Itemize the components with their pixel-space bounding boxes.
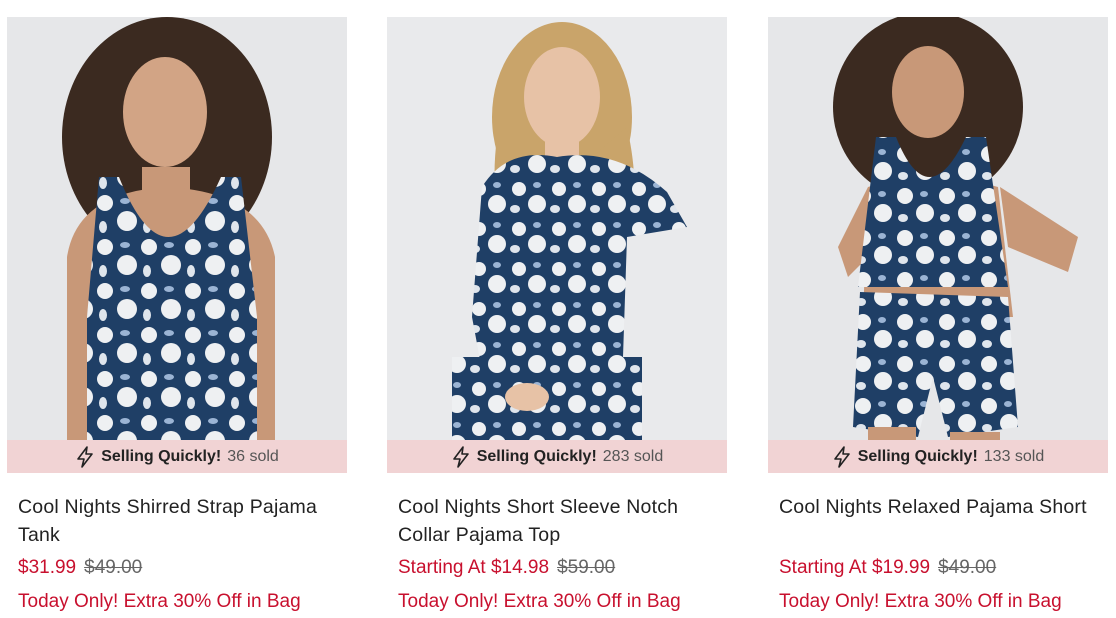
- product-image[interactable]: Selling Quickly! 283 sold: [387, 17, 727, 473]
- product-title[interactable]: Cool Nights Short Sleeve Notch Collar Pa…: [398, 493, 723, 549]
- product-card[interactable]: Selling Quickly! 133 sold Cool Nights Re…: [768, 17, 1108, 612]
- sold-count: 133 sold: [983, 447, 1045, 465]
- product-card[interactable]: Selling Quickly! 36 sold Cool Nights Shi…: [7, 17, 347, 612]
- selling-quickly-badge: Selling Quickly! 283 sold: [387, 440, 727, 473]
- product-image[interactable]: Selling Quickly! 133 sold: [768, 17, 1108, 473]
- badge-label: Selling Quickly!: [857, 447, 978, 465]
- original-price: $49.00: [84, 557, 143, 578]
- sale-price: Starting At $14.98: [398, 557, 550, 578]
- selling-quickly-badge: Selling Quickly! 36 sold: [7, 440, 347, 473]
- original-price: $49.00: [938, 557, 997, 578]
- product-photo-top: [387, 17, 727, 473]
- lightning-bolt-icon: [452, 445, 469, 468]
- product-card[interactable]: Selling Quickly! 283 sold Cool Nights Sh…: [387, 17, 727, 612]
- original-price: $59.00: [557, 557, 616, 578]
- price-row: Starting At $14.98 $59.00: [398, 555, 615, 581]
- price-row: $31.99 $49.00: [18, 555, 142, 581]
- promo-text: Today Only! Extra 30% Off in Bag: [18, 591, 301, 612]
- lightning-bolt-icon: [833, 445, 850, 468]
- sale-price: Starting At $19.99: [779, 557, 931, 578]
- promo-text: Today Only! Extra 30% Off in Bag: [398, 591, 681, 612]
- sold-count: 283 sold: [602, 447, 664, 465]
- lightning-bolt-icon: [77, 445, 93, 468]
- product-photo-short: [768, 17, 1108, 473]
- price-row: Starting At $19.99 $49.00: [779, 555, 996, 581]
- product-title[interactable]: Cool Nights Shirred Strap Pajama Tank: [18, 493, 343, 549]
- product-photo-tank: [7, 17, 347, 473]
- badge-label: Selling Quickly!: [476, 447, 597, 465]
- promo-text: Today Only! Extra 30% Off in Bag: [779, 591, 1062, 612]
- selling-quickly-badge: Selling Quickly! 133 sold: [768, 440, 1108, 473]
- product-grid: Selling Quickly! 36 sold Cool Nights Shi…: [0, 0, 1116, 618]
- sale-price: $31.99: [18, 557, 77, 578]
- product-title[interactable]: Cool Nights Relaxed Pajama Short: [779, 493, 1104, 521]
- product-image[interactable]: Selling Quickly! 36 sold: [7, 17, 347, 473]
- sold-count: 36 sold: [227, 447, 279, 465]
- badge-label: Selling Quickly!: [101, 447, 222, 465]
